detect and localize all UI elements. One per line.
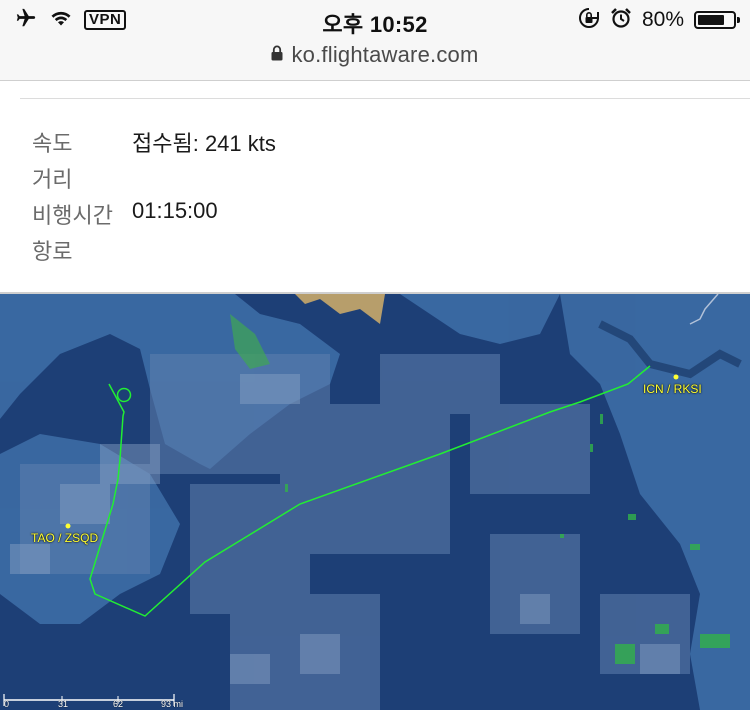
battery-fill (698, 15, 725, 25)
scale-tick-0: 0 (4, 699, 10, 709)
speed-value: 접수됨: 241 kts (132, 131, 276, 156)
lock-icon (271, 45, 283, 66)
map-canvas[interactable] (0, 294, 750, 710)
battery-percent: 80% (641, 8, 684, 31)
origin-airport-marker[interactable] (65, 523, 71, 529)
url-wrap[interactable]: ko.flightaware.com (0, 42, 750, 68)
url-text[interactable]: ko.flightaware.com (291, 42, 478, 68)
status-bar: VPN 오후 10:52 80% (0, 0, 750, 40)
battery-icon (694, 11, 740, 29)
destination-airport-label[interactable]: ICN / RKSI (643, 382, 702, 396)
scale-tick-3: 93 mi (161, 699, 184, 709)
orientation-lock-icon (578, 7, 600, 34)
flight-track-map[interactable]: TAO / ZSQD ICN / RKSI 0 31 62 93 mi (0, 294, 750, 710)
speed-label: 속도 (32, 131, 73, 156)
scale-tick-1: 31 (58, 699, 69, 709)
browser-url-bar[interactable]: ko.flightaware.com (0, 40, 750, 81)
route-label: 항로 (32, 239, 73, 264)
destination-airport-marker[interactable] (673, 374, 679, 380)
origin-airport-label[interactable]: TAO / ZSQD (31, 531, 98, 545)
section-divider (20, 98, 750, 99)
distance-label: 거리 (32, 167, 73, 192)
flight-time-value: 01:15:00 (132, 198, 218, 223)
alarm-icon (610, 7, 632, 34)
flight-time-label: 비행시간 (32, 203, 113, 228)
scale-tick-2: 62 (113, 699, 124, 709)
status-right: 80% (578, 7, 740, 34)
